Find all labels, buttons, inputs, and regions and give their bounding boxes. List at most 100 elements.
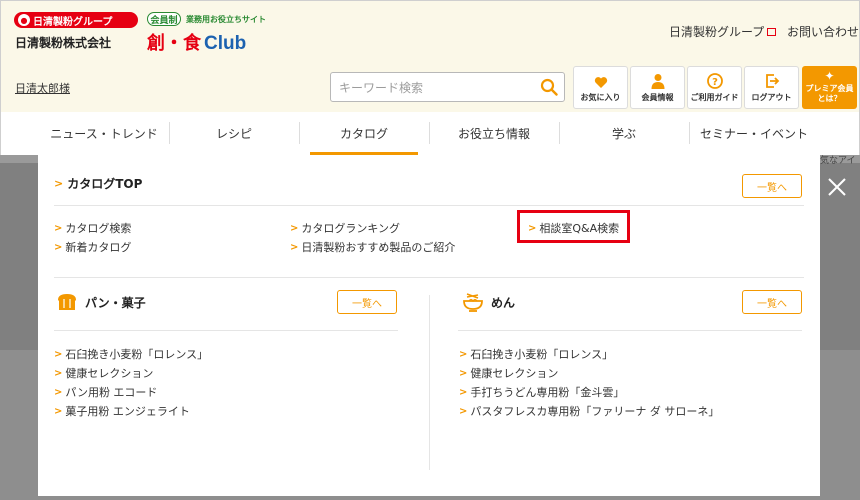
- close-icon[interactable]: [826, 176, 848, 198]
- search-input[interactable]: [339, 79, 529, 97]
- nav-recipe[interactable]: レシピ: [169, 112, 299, 155]
- link-noodle-farina[interactable]: > パスタフレスカ専用粉「ファリーナ ダ サローネ」: [459, 403, 719, 419]
- section-noodle-title[interactable]: めん: [462, 292, 515, 312]
- section-bread-label: パン・菓子: [85, 295, 146, 310]
- chevron-right-icon: >: [290, 222, 299, 234]
- link-noodle-lorence[interactable]: > 石臼挽き小麦粉「ロレンス」: [459, 346, 613, 362]
- chevron-right-icon: >: [459, 367, 468, 379]
- link-label: 石臼挽き小麦粉「ロレンス」: [65, 348, 209, 361]
- chevron-right-icon: >: [54, 348, 63, 360]
- link-label: 石臼挽き小麦粉「ロレンス」: [470, 348, 614, 361]
- divider: [458, 330, 802, 331]
- chevron-right-icon: >: [54, 222, 63, 234]
- chevron-right-icon: >: [459, 386, 468, 398]
- logout-button[interactable]: ログアウト: [744, 66, 799, 109]
- club-logo-word: Club: [204, 33, 247, 54]
- nav-useful-info[interactable]: お役立ち情報: [429, 112, 559, 155]
- premium-member-button[interactable]: ✦ プレミア会員 とは？: [802, 66, 857, 109]
- user-guide-label: ご利用ガイド: [690, 93, 739, 102]
- site-header: ● 日清製粉グループ 日清製粉株式会社 会員制 業務用お役立ちサイト 創・食 Cl…: [0, 0, 860, 60]
- club-logo-kanji: 創・食: [147, 33, 201, 54]
- link-label: 健康セレクション: [65, 367, 154, 380]
- link-bread-lorence[interactable]: > 石臼挽き小麦粉「ロレンス」: [54, 346, 208, 362]
- group-link-label: 日清製粉グループ: [669, 25, 765, 39]
- link-label: パスタフレスカ専用粉「ファリーナ ダ サローネ」: [470, 405, 720, 418]
- background-text: 気なアイ: [820, 156, 856, 166]
- user-bar: 日清太郎様 お気に入り 会員情報 ? ご利用ガイド ログアウト ✦ プレミア会員…: [0, 60, 860, 112]
- noodle-bowl-icon: [463, 293, 483, 312]
- link-label: 日清製粉おすすめ製品のご紹介: [301, 241, 456, 254]
- link-label: カタログ検索: [65, 222, 132, 235]
- noodle-list-button[interactable]: 一覧へ: [742, 290, 802, 314]
- user-name-link[interactable]: 日清太郎様: [15, 80, 70, 96]
- logout-label: ログアウト: [751, 93, 792, 102]
- highlight-box: [517, 210, 630, 243]
- link-catalog-search[interactable]: > カタログ検索: [54, 220, 131, 236]
- link-label: 手打ちうどん専用粉「金斗雲」: [470, 386, 625, 399]
- favorites-label: お気に入り: [580, 93, 621, 102]
- search-box: [330, 72, 565, 102]
- sparkle-icon: ✦: [824, 69, 835, 83]
- link-label: 菓子用粉 エンジェライト: [65, 405, 190, 418]
- logout-icon: [765, 74, 779, 88]
- link-noodle-kintoun[interactable]: > 手打ちうどん専用粉「金斗雲」: [459, 384, 624, 400]
- chevron-right-icon: >: [459, 348, 468, 360]
- section-noodle-label: めん: [491, 295, 516, 310]
- bread-list-button[interactable]: 一覧へ: [337, 290, 397, 314]
- link-bread-ecode[interactable]: > パン用粉 エコード: [54, 384, 157, 400]
- catalog-top-label: カタログTOP: [67, 177, 143, 191]
- group-logo-mark-icon: ●: [18, 14, 30, 26]
- link-label: 新着カタログ: [65, 241, 132, 254]
- group-logo[interactable]: ● 日清製粉グループ: [14, 12, 138, 28]
- premium-line1: プレミア会員: [805, 84, 854, 93]
- section-bread-title[interactable]: パン・菓子: [56, 293, 146, 311]
- nav-catalog[interactable]: カタログ: [299, 112, 429, 155]
- vertical-divider: [429, 295, 430, 470]
- catalog-mega-menu: > カタログTOP 一覧へ > カタログ検索 > 新着カタログ > カタログランキング…: [38, 155, 820, 496]
- user-guide-button[interactable]: ? ご利用ガイド: [687, 66, 742, 109]
- link-label: パン用粉 エコード: [65, 386, 158, 399]
- catalog-top-link[interactable]: > カタログTOP: [54, 175, 142, 192]
- premium-line2: とは？: [817, 94, 842, 103]
- contact-link[interactable]: お問い合わせ: [787, 23, 859, 40]
- nav-seminar-event[interactable]: セミナー・イベント: [689, 112, 819, 155]
- group-logo-text: 日清製粉グループ: [33, 16, 113, 28]
- bread-icon: [58, 294, 76, 310]
- link-new-catalog[interactable]: > 新着カタログ: [54, 239, 131, 255]
- link-noodle-health[interactable]: > 健康セレクション: [459, 365, 558, 381]
- chevron-right-icon: >: [54, 386, 63, 398]
- external-link-icon: [767, 27, 777, 36]
- main-nav: ニュース・トレンド レシピ カタログ お役立ち情報 学ぶ セミナー・イベント: [0, 112, 860, 155]
- svg-text:?: ?: [712, 77, 718, 88]
- link-bread-angelite[interactable]: > 菓子用粉 エンジェライト: [54, 403, 190, 419]
- chevron-right-icon: >: [54, 177, 64, 190]
- search-icon[interactable]: [540, 78, 558, 96]
- chevron-right-icon: >: [54, 367, 63, 379]
- divider: [54, 277, 804, 278]
- group-link[interactable]: 日清製粉グループ: [669, 23, 777, 40]
- divider: [54, 330, 398, 331]
- favorites-button[interactable]: お気に入り: [573, 66, 628, 109]
- person-icon: [651, 74, 664, 89]
- link-bread-health[interactable]: > 健康セレクション: [54, 365, 153, 381]
- link-label: カタログランキング: [301, 222, 401, 235]
- link-label: 健康セレクション: [470, 367, 559, 380]
- club-tagline: 業務用お役立ちサイト: [186, 15, 266, 24]
- divider: [54, 205, 804, 206]
- club-member-badge: 会員制: [147, 12, 181, 26]
- link-catalog-ranking[interactable]: > カタログランキング: [290, 220, 400, 236]
- catalog-list-button[interactable]: 一覧へ: [742, 174, 802, 198]
- company-name: 日清製粉株式会社: [15, 36, 112, 50]
- club-logo[interactable]: 創・食 Club: [147, 29, 246, 55]
- link-recommended-products[interactable]: > 日清製粉おすすめ製品のご紹介: [290, 239, 455, 255]
- chevron-right-icon: >: [54, 405, 63, 417]
- member-info-label: 会員情報: [641, 93, 674, 102]
- nav-learn[interactable]: 学ぶ: [559, 112, 689, 155]
- nav-news-trend[interactable]: ニュース・トレンド: [39, 112, 169, 155]
- chevron-right-icon: >: [54, 241, 63, 253]
- question-icon: ?: [706, 73, 723, 89]
- chevron-right-icon: >: [290, 241, 299, 253]
- heart-icon: [594, 77, 607, 88]
- member-info-button[interactable]: 会員情報: [630, 66, 685, 109]
- chevron-right-icon: >: [459, 405, 468, 417]
